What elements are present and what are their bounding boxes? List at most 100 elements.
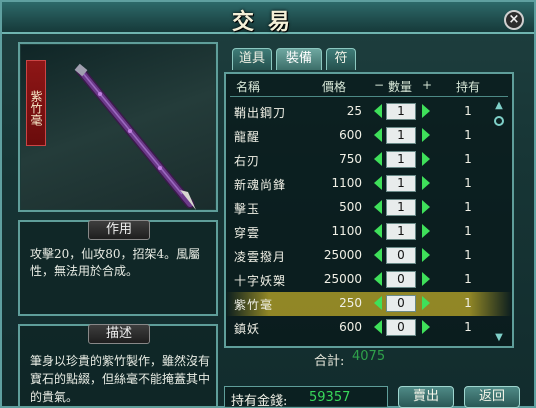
- decrease-arrow-icon[interactable]: [374, 176, 382, 190]
- increase-arrow-icon[interactable]: [422, 224, 430, 238]
- item-price: 500: [339, 200, 362, 214]
- owned-count: 1: [464, 224, 472, 238]
- description-text: 筆身以珍貴的紫竹製作，雖然沒有寶石的點綴，但絲毫不能掩蓋其中的貴氣。: [30, 354, 211, 404]
- item-price: 750: [339, 152, 362, 166]
- sell-button[interactable]: 賣出: [398, 386, 454, 408]
- item-price: 25000: [323, 272, 362, 286]
- item-price: 250: [339, 296, 362, 310]
- item-name: 紫竹毫: [234, 298, 274, 312]
- owned-count: 1: [464, 296, 472, 310]
- quantity-field[interactable]: 1: [386, 175, 416, 192]
- scroll-thumb[interactable]: [494, 116, 504, 126]
- decrease-arrow-icon[interactable]: [374, 152, 382, 166]
- header-qty: 數量: [388, 80, 413, 94]
- increase-arrow-icon[interactable]: [422, 272, 430, 286]
- increase-arrow-icon[interactable]: [422, 104, 430, 118]
- back-button[interactable]: 返回: [464, 386, 520, 408]
- table-row[interactable]: 右刃 750 1 1: [226, 148, 512, 172]
- item-preview: 紫竹毫: [18, 42, 218, 212]
- item-name: 龍醒: [234, 130, 261, 144]
- quantity-field[interactable]: 0: [386, 319, 416, 336]
- item-name-banner: 紫竹毫: [26, 60, 46, 146]
- money-value: 59357: [309, 390, 351, 405]
- owned-count: 1: [464, 320, 472, 334]
- table-row[interactable]: 穿雲 1100 1 1: [226, 220, 512, 244]
- table-row[interactable]: 鞘出鋼刀 25 1 1: [226, 100, 512, 124]
- scroll-down-icon[interactable]: ▼: [493, 332, 505, 344]
- table-row-selected[interactable]: 紫竹毫 250 0 1: [226, 292, 512, 316]
- quantity-field[interactable]: 1: [386, 103, 416, 120]
- effect-tag: 作用: [88, 220, 150, 240]
- increase-arrow-icon[interactable]: [422, 152, 430, 166]
- close-icon[interactable]: ×: [504, 10, 524, 30]
- item-price: 600: [339, 320, 362, 334]
- decrease-arrow-icon[interactable]: [374, 224, 382, 238]
- item-price: 1100: [331, 176, 362, 190]
- item-list: 名稱 價格 − 數量 + 持有 鞘出鋼刀 25 1 1 龍醒 600 1 1 右…: [224, 72, 514, 348]
- item-name: 鞘出鋼刀: [234, 106, 287, 120]
- quantity-field[interactable]: 1: [386, 223, 416, 240]
- quantity-field[interactable]: 1: [386, 199, 416, 216]
- tab-items[interactable]: 道具: [232, 48, 272, 70]
- owned-count: 1: [464, 272, 472, 286]
- increase-arrow-icon[interactable]: [422, 176, 430, 190]
- quantity-field[interactable]: 0: [386, 271, 416, 288]
- owned-count: 1: [464, 200, 472, 214]
- list-scrollbar[interactable]: ▲ ▼: [492, 100, 506, 344]
- decrease-arrow-icon[interactable]: [374, 272, 382, 286]
- quantity-field[interactable]: 0: [386, 247, 416, 264]
- effect-panel: 作用 攻擊20，仙攻80，招架4。風屬性，無法用於合成。: [18, 220, 218, 316]
- tab-equipment[interactable]: 裝備: [276, 48, 322, 70]
- table-row[interactable]: 新魂尚鋒 1100 1 1: [226, 172, 512, 196]
- item-name: 新魂尚鋒: [234, 178, 287, 192]
- quantity-field[interactable]: 1: [386, 127, 416, 144]
- title-bar: 交易 ×: [2, 2, 534, 35]
- effect-text: 攻擊20，仙攻80，招架4。風屬性，無法用於合成。: [30, 247, 201, 278]
- quantity-field[interactable]: 0: [386, 295, 416, 312]
- header-own: 持有: [456, 80, 481, 94]
- decrease-arrow-icon[interactable]: [374, 200, 382, 214]
- list-header: 名稱 價格 − 數量 + 持有: [226, 74, 512, 96]
- description-tag: 描述: [88, 324, 150, 344]
- owned-count: 1: [464, 128, 472, 142]
- increase-arrow-icon[interactable]: [422, 128, 430, 142]
- item-price: 1100: [331, 224, 362, 238]
- item-name: 右刃: [234, 154, 261, 168]
- table-row[interactable]: 擊玉 500 1 1: [226, 196, 512, 220]
- brush-weapon-image: [74, 63, 196, 210]
- table-row[interactable]: 龍醒 600 1 1: [226, 124, 512, 148]
- decrease-arrow-icon[interactable]: [374, 320, 382, 334]
- header-divider: [230, 96, 508, 97]
- quantity-field[interactable]: 1: [386, 151, 416, 168]
- header-price: 價格: [322, 80, 347, 94]
- tab-talismans[interactable]: 符: [326, 48, 356, 70]
- item-name: 鎮妖: [234, 322, 261, 336]
- increase-arrow-icon[interactable]: [422, 296, 430, 310]
- header-minus: −: [374, 78, 385, 92]
- owned-count: 1: [464, 104, 472, 118]
- scroll-up-icon[interactable]: ▲: [493, 100, 505, 112]
- increase-arrow-icon[interactable]: [422, 248, 430, 262]
- owned-count: 1: [464, 152, 472, 166]
- table-row[interactable]: 凌雲撥月 25000 0 1: [226, 244, 512, 268]
- item-price: 600: [339, 128, 362, 142]
- owned-count: 1: [464, 176, 472, 190]
- table-row[interactable]: 鎮妖 600 0 1: [226, 316, 512, 340]
- decrease-arrow-icon[interactable]: [374, 104, 382, 118]
- decrease-arrow-icon[interactable]: [374, 128, 382, 142]
- window-title: 交易: [231, 9, 304, 35]
- money-display: 持有金錢: 59357: [224, 386, 388, 408]
- item-name: 凌雲撥月: [234, 250, 287, 264]
- item-name: 十字妖槊: [234, 274, 287, 288]
- decrease-arrow-icon[interactable]: [374, 296, 382, 310]
- header-name: 名稱: [236, 80, 261, 94]
- increase-arrow-icon[interactable]: [422, 200, 430, 214]
- header-plus: +: [422, 78, 433, 92]
- money-label: 持有金錢:: [231, 394, 288, 408]
- increase-arrow-icon[interactable]: [422, 320, 430, 334]
- item-price: 25000: [323, 248, 362, 262]
- table-row[interactable]: 十字妖槊 25000 0 1: [226, 268, 512, 292]
- item-price: 25: [346, 104, 362, 118]
- description-panel: 描述 筆身以珍貴的紫竹製作，雖然沒有寶石的點綴，但絲毫不能掩蓋其中的貴氣。: [18, 324, 218, 408]
- decrease-arrow-icon[interactable]: [374, 248, 382, 262]
